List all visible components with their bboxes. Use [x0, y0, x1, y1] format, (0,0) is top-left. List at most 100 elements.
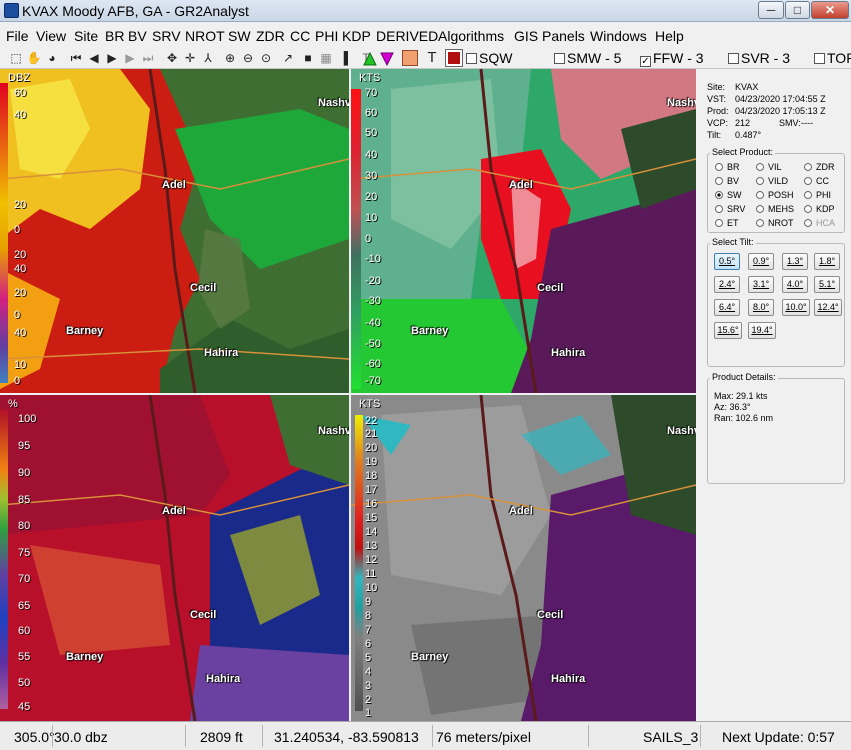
city-label-barney: Barney	[411, 651, 449, 663]
product-radio-srv[interactable]: SRV	[715, 204, 745, 214]
product-radio-posh[interactable]: POSH	[756, 190, 794, 200]
correlation-pane[interactable]: % 100 95 90 85 80 75 70 65 60 55 50 45 N…	[0, 395, 349, 721]
select-icon[interactable]: ⬚	[8, 50, 24, 66]
menu-zdr[interactable]: ZDR	[256, 28, 285, 44]
menu-windows[interactable]: Windows	[590, 28, 647, 44]
tilt-button[interactable]: 6.4°	[714, 299, 740, 316]
tools-icon[interactable]: ⅄	[200, 50, 216, 66]
city-label-nashville: Nashv	[318, 425, 349, 437]
tvs-icon[interactable]	[363, 51, 377, 66]
product-radio-bv[interactable]: BV	[715, 176, 739, 186]
smw-toggle[interactable]: SMW - 5	[554, 50, 621, 66]
play-icon[interactable]: ▶	[104, 50, 120, 66]
menu-file[interactable]: File	[6, 28, 29, 44]
menu-sw[interactable]: SW	[228, 28, 251, 44]
color-table-icon[interactable]	[402, 50, 418, 66]
velocity-pane[interactable]: KTS 70 60 50 40 30 20 10 0 -10 -20 -30 -…	[351, 69, 696, 393]
smv-value: ----	[801, 118, 813, 128]
zoom-reset-icon[interactable]: ⊙	[258, 50, 274, 66]
menu-view[interactable]: View	[36, 28, 66, 44]
scale-label: 70	[365, 87, 378, 99]
title-bar: KVAX Moody AFB, GA - GR2Analyst ─ □ ✕	[0, 0, 851, 22]
next-frame-icon[interactable]: ▶	[122, 50, 138, 66]
tor-toggle[interactable]: TOR	[814, 50, 851, 66]
first-frame-icon[interactable]: ⏮	[68, 50, 84, 66]
menu-nrot[interactable]: NROT	[185, 28, 225, 44]
last-frame-icon[interactable]: ⏭	[140, 50, 156, 66]
details-max: Max: 29.1 kts	[714, 391, 768, 401]
sqw-toggle[interactable]: SQW	[466, 50, 512, 66]
correlation-map	[0, 395, 349, 721]
menu-gis[interactable]: GIS	[514, 28, 538, 44]
menu-bv[interactable]: BV	[128, 28, 147, 44]
menu-srv[interactable]: SRV	[152, 28, 181, 44]
zoom-out-icon[interactable]: ⊖	[240, 50, 256, 66]
menu-br[interactable]: BR	[105, 28, 124, 44]
product-radio-phi[interactable]: PHI	[804, 190, 831, 200]
menu-kdp[interactable]: KDP	[342, 28, 371, 44]
status-value: 30.0 dbz	[54, 729, 108, 745]
product-radio-cc[interactable]: CC	[804, 176, 829, 186]
menu-phi[interactable]: PHI	[315, 28, 338, 44]
reflectivity-pane[interactable]: DBZ 60 40 20 0 20 40 20 0 40 10 0 Nashv …	[0, 69, 349, 393]
tilt-button[interactable]: 4.0°	[782, 276, 808, 293]
tilt-button[interactable]: 0.9°	[748, 253, 774, 270]
svr-toggle[interactable]: SVR - 3	[728, 50, 790, 66]
tilt-button[interactable]: 10.0°	[782, 299, 810, 316]
stop-icon[interactable]: ■	[300, 50, 316, 66]
meso-icon[interactable]	[380, 52, 394, 67]
ffw-toggle[interactable]: ✓ FFW - 3	[640, 50, 704, 67]
tilt-button[interactable]: 1.8°	[814, 253, 840, 270]
product-radio-br[interactable]: BR	[715, 162, 740, 172]
tilt-button[interactable]: 8.0°	[748, 299, 774, 316]
tilt-button[interactable]: 2.4°	[714, 276, 740, 293]
product-radio-vild[interactable]: VILD	[756, 176, 788, 186]
tilt-button[interactable]: 1.3°	[782, 253, 808, 270]
scale-label: 40	[14, 327, 27, 339]
tilt-button[interactable]: 19.4°	[748, 322, 776, 339]
product-radio-mehs[interactable]: MEHS	[756, 204, 794, 214]
product-radio-hca[interactable]: HCA	[804, 218, 835, 228]
city-label-barney: Barney	[66, 325, 104, 337]
tilt-button[interactable]: 3.1°	[748, 276, 774, 293]
menu-algorithms[interactable]: Algorithms	[438, 28, 504, 44]
minimize-button[interactable]: ─	[758, 1, 784, 19]
globe-icon[interactable]: ◕	[44, 50, 60, 66]
product-radio-vil[interactable]: VIL	[756, 162, 782, 172]
application-window: KVAX Moody AFB, GA - GR2Analyst ─ □ ✕ Fi…	[0, 0, 851, 750]
prev-frame-icon[interactable]: ◀	[86, 50, 102, 66]
product-radio-sw[interactable]: SW	[715, 190, 742, 200]
status-separator	[700, 725, 701, 747]
menu-site[interactable]: Site	[74, 28, 98, 44]
tilt-button[interactable]: 5.1°	[814, 276, 840, 293]
maximize-button[interactable]: □	[785, 1, 810, 19]
product-radio-zdr[interactable]: ZDR	[804, 162, 835, 172]
pan-icon[interactable]: ✋	[26, 50, 42, 66]
scale-label: 100	[18, 413, 37, 425]
warning-icon[interactable]	[445, 49, 463, 67]
tilt-button[interactable]: 0.5°	[714, 253, 740, 270]
menu-panels[interactable]: Panels	[542, 28, 585, 44]
storm-motion-icon[interactable]	[330, 50, 346, 66]
spectrum-width-colorbar	[355, 415, 363, 711]
product-radio-et[interactable]: ET	[715, 218, 739, 228]
spectrum-width-pane[interactable]: KTS 22 21 20 19 18 17 16 15 14 13 12 11 …	[351, 395, 696, 721]
pointer-icon[interactable]: ↗	[280, 50, 296, 66]
menu-cc[interactable]: CC	[290, 28, 310, 44]
scale-label: 60	[14, 87, 27, 99]
text-tool-icon[interactable]: T	[424, 50, 440, 66]
status-separator	[185, 725, 186, 747]
product-radio-nrot[interactable]: NROT	[756, 218, 794, 228]
tilt-button[interactable]: 12.4°	[814, 299, 842, 316]
menu-bar: File View Site BR BV SRV NROT SW ZDR CC …	[0, 27, 851, 47]
status-resolution: 76 meters/pixel	[436, 729, 531, 745]
cross-section-icon[interactable]: ✛	[182, 50, 198, 66]
product-radio-kdp[interactable]: KDP	[804, 204, 835, 214]
close-button[interactable]: ✕	[811, 1, 849, 19]
menu-derived[interactable]: DERIVED	[376, 28, 438, 44]
scale-label: 16	[365, 498, 378, 510]
menu-help[interactable]: Help	[655, 28, 684, 44]
tilt-button[interactable]: 15.6°	[714, 322, 742, 339]
zoom-in-icon[interactable]: ⊕	[222, 50, 238, 66]
move-icon[interactable]: ✥	[164, 50, 180, 66]
